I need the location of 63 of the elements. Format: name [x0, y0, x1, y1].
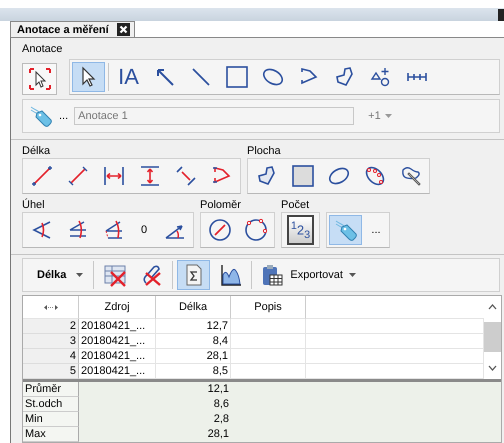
- table-cell: 20180421_...: [79, 319, 156, 334]
- statistic-value: 2,8: [212, 412, 230, 427]
- row-number: 4: [23, 349, 79, 364]
- row-number: 3: [23, 334, 79, 349]
- tool-button[interactable]: [177, 260, 210, 290]
- region-select-button[interactable]: [22, 63, 57, 95]
- statistic-label: Průměr: [23, 382, 79, 397]
- tag-icon: [334, 218, 358, 242]
- text-tool-button[interactable]: IA: [112, 62, 145, 92]
- annotation-name-field[interactable]: Anotace 1: [74, 107, 354, 125]
- scrollbar-thumb[interactable]: [484, 322, 501, 352]
- tag-icon: [29, 104, 53, 128]
- measure-dropdown[interactable]: Délka: [27, 269, 90, 281]
- column-header[interactable]: Délka: [156, 296, 231, 319]
- table-cell: 28,1: [156, 349, 231, 364]
- circle-points-icon: [244, 218, 268, 242]
- column-header[interactable]: Zdroj: [79, 296, 156, 319]
- group-label: Počet: [281, 198, 310, 212]
- table-cell: 8,4: [156, 334, 231, 349]
- value-text: 0: [140, 224, 148, 236]
- rectangle-icon: [224, 65, 248, 89]
- table-cell: 20180421_...: [79, 349, 156, 364]
- count-dropdown[interactable]: +1: [364, 110, 396, 122]
- caret-icon: [76, 273, 84, 277]
- panel-tab[interactable]: Anotace a měření: [10, 21, 135, 37]
- circle-radius-icon: [208, 218, 232, 242]
- clipboard-table-icon: [260, 263, 284, 287]
- row-number: 2: [23, 319, 79, 334]
- table-cell: 20180421_...: [79, 334, 156, 349]
- tab-title: Anotace a měření: [17, 24, 109, 36]
- line-icon: [66, 164, 90, 188]
- tool-button[interactable]: [72, 62, 105, 92]
- close-icon[interactable]: [498, 8, 504, 21]
- column-header[interactable]: Popis: [231, 296, 306, 319]
- histogram-icon: [218, 263, 243, 287]
- region-select-icon: [28, 67, 52, 91]
- statistic-value: 8,6: [212, 397, 230, 412]
- delete-table-icon: [102, 263, 127, 287]
- close-icon[interactable]: [116, 23, 130, 36]
- statistic-label: St.odch: [23, 397, 79, 412]
- horizontal-dimension-icon: [102, 164, 126, 188]
- scroll-up-icon[interactable]: [488, 304, 497, 310]
- rectangle-icon: [290, 164, 314, 188]
- counter-button[interactable]: $^{1}$2$_{3}$: [284, 215, 317, 245]
- scroll-down-icon[interactable]: [488, 365, 497, 371]
- table-cell: 12,7: [156, 319, 231, 334]
- diagonal-dimension-icon: [174, 164, 198, 188]
- statistic-value: 28,1: [206, 427, 230, 442]
- group-label: Délka: [22, 144, 52, 158]
- statistic-label: Min: [23, 412, 79, 427]
- row-number: 5: [23, 364, 79, 379]
- section-label: Anotace: [22, 42, 64, 56]
- group-label: Plocha: [247, 144, 282, 158]
- group-label: Poloměr: [200, 198, 242, 212]
- export-button[interactable]: Exportovat: [256, 263, 360, 287]
- statistic-label: Max: [23, 427, 79, 442]
- line-icon: [30, 164, 54, 188]
- caret-icon: [384, 114, 392, 118]
- more-text: ...: [59, 110, 68, 122]
- group-label: Úhel: [22, 198, 46, 212]
- value-text: ...: [370, 224, 382, 236]
- statistic-value: 12,1: [206, 382, 230, 397]
- caret-icon: [348, 273, 356, 277]
